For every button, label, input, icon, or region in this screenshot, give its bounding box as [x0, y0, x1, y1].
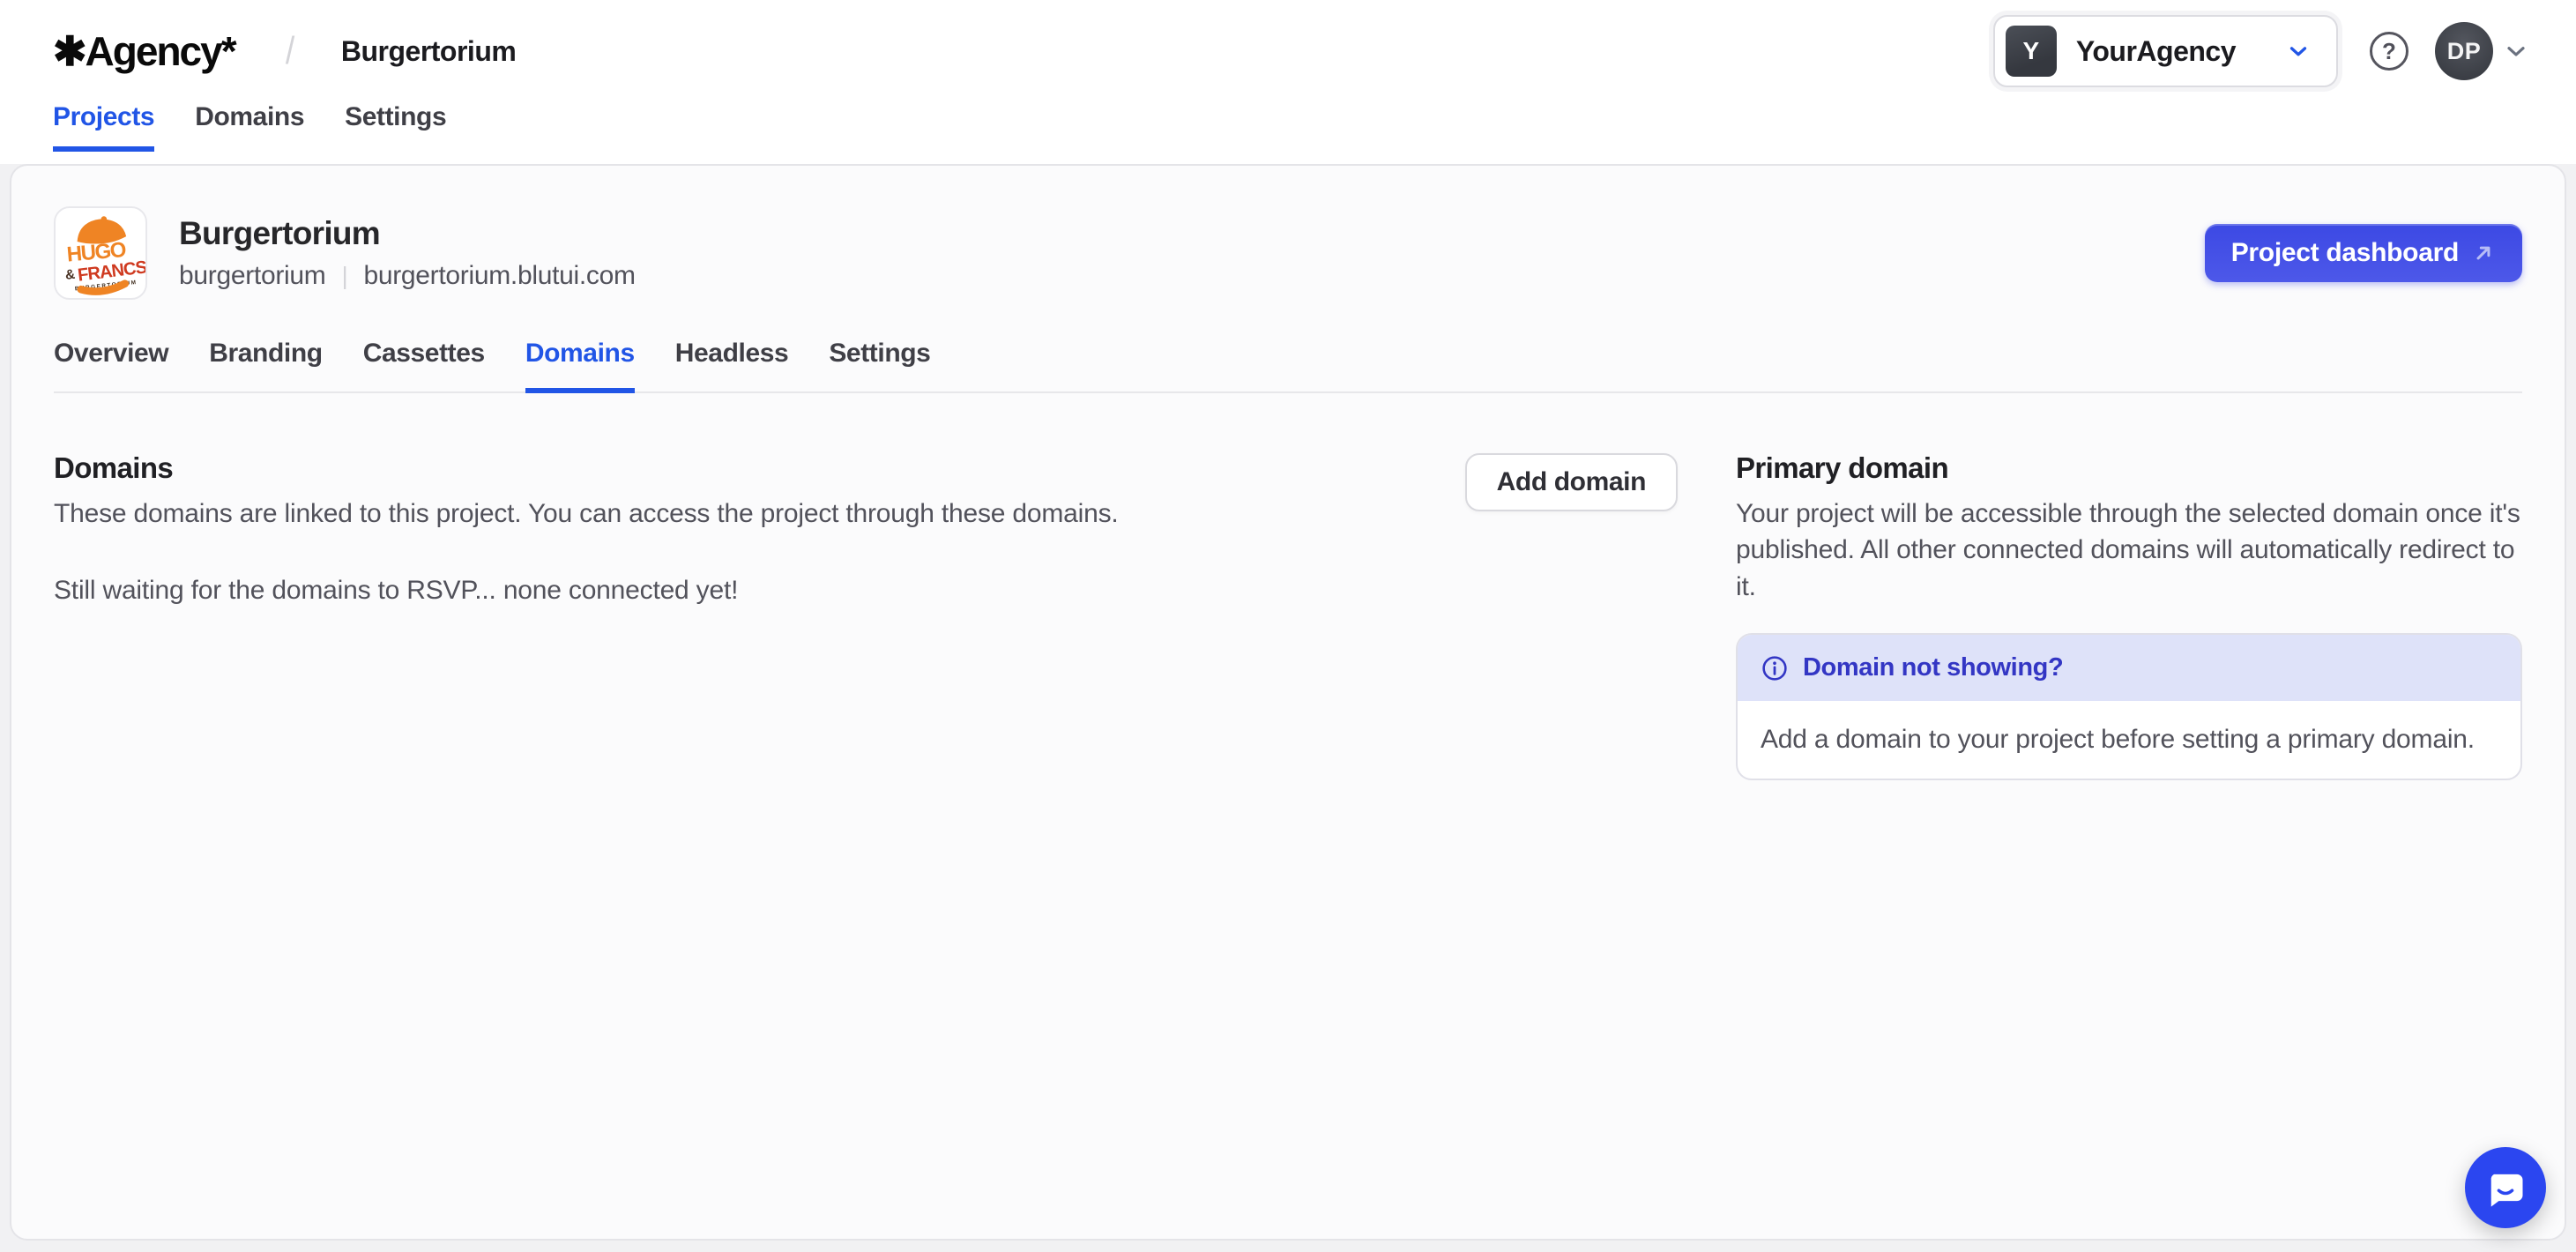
- project-logo-image: HUGO & FRANCS BURGERTORIUM: [54, 206, 147, 300]
- user-menu[interactable]: DP: [2435, 22, 2530, 80]
- domains-empty-state: Still waiting for the domains to RSVP...…: [54, 576, 1430, 606]
- project-title: Burgertorium: [179, 215, 636, 252]
- external-link-icon: [2471, 241, 2496, 265]
- domains-content: Domains These domains are linked to this…: [11, 393, 2565, 780]
- primary-domain-info-box: Domain not showing? Add a domain to your…: [1736, 633, 2522, 780]
- project-tab-overview[interactable]: Overview: [54, 339, 168, 393]
- chat-bubble-icon: [2483, 1165, 2528, 1211]
- primary-domain-heading: Primary domain: [1736, 451, 2522, 485]
- project-dashboard-button[interactable]: Project dashboard: [2205, 224, 2522, 282]
- info-icon: [1761, 654, 1789, 682]
- primary-nav: Projects Domains Settings: [53, 102, 2530, 152]
- project-identity: Burgertorium burgertorium | burgertorium…: [179, 215, 636, 291]
- top-bar-row: ✱Agency* / Burgertorium Y YourAgency ? D…: [53, 0, 2530, 102]
- info-box-header: Domain not showing?: [1738, 635, 2520, 701]
- chevron-down-icon: [2285, 38, 2312, 64]
- project-subtitle: burgertorium | burgertorium.blutui.com: [179, 261, 636, 291]
- page: ✱Agency* / Burgertorium Y YourAgency ? D…: [0, 0, 2576, 1252]
- avatar: DP: [2435, 22, 2493, 80]
- primary-domain-column: Primary domain Your project will be acce…: [1736, 451, 2522, 780]
- domains-intro: Domains These domains are linked to this…: [54, 451, 1430, 606]
- chat-launcher-button[interactable]: [2465, 1147, 2546, 1228]
- subtitle-divider: |: [341, 262, 347, 290]
- project-tab-cassettes[interactable]: Cassettes: [363, 339, 485, 393]
- project-tab-headless[interactable]: Headless: [675, 339, 789, 393]
- domains-heading: Domains: [54, 451, 1430, 485]
- project-card-header: HUGO & FRANCS BURGERTORIUM Burgertorium …: [11, 166, 2565, 300]
- agency-switcher-label: YourAgency: [2076, 35, 2236, 68]
- chevron-down-icon: [2502, 37, 2530, 65]
- agency-logo[interactable]: ✱Agency*: [53, 27, 235, 75]
- project-dashboard-label: Project dashboard: [2231, 238, 2459, 268]
- top-bar: ✱Agency* / Burgertorium Y YourAgency ? D…: [0, 0, 2576, 164]
- domains-column: Domains These domains are linked to this…: [54, 451, 1736, 606]
- breadcrumb-separator: /: [286, 29, 294, 73]
- project-slug: burgertorium: [179, 261, 325, 291]
- project-tab-branding[interactable]: Branding: [209, 339, 322, 393]
- breadcrumb[interactable]: Burgertorium: [341, 35, 516, 68]
- nav-tab-projects[interactable]: Projects: [53, 102, 154, 152]
- add-domain-button[interactable]: Add domain: [1465, 453, 1678, 511]
- agency-switcher[interactable]: Y YourAgency: [1993, 15, 2338, 87]
- top-bar-actions: Y YourAgency ? DP: [1993, 15, 2530, 87]
- project-card: HUGO & FRANCS BURGERTORIUM Burgertorium …: [10, 164, 2566, 1241]
- nav-tab-domains[interactable]: Domains: [195, 102, 304, 152]
- info-box-title: Domain not showing?: [1803, 653, 2063, 682]
- project-tabs: Overview Branding Cassettes Domains Head…: [54, 339, 2522, 393]
- info-box-body: Add a domain to your project before sett…: [1738, 701, 2520, 779]
- project-tab-domains[interactable]: Domains: [525, 339, 635, 393]
- help-icon[interactable]: ?: [2370, 32, 2408, 71]
- agency-avatar: Y: [2006, 26, 2057, 77]
- nav-tab-settings[interactable]: Settings: [345, 102, 446, 152]
- logo-amp: &: [64, 267, 76, 283]
- project-tab-settings[interactable]: Settings: [829, 339, 930, 393]
- primary-domain-description: Your project will be accessible through …: [1736, 496, 2522, 605]
- project-preview-domain: burgertorium.blutui.com: [363, 261, 635, 291]
- domains-description: These domains are linked to this project…: [54, 496, 1430, 532]
